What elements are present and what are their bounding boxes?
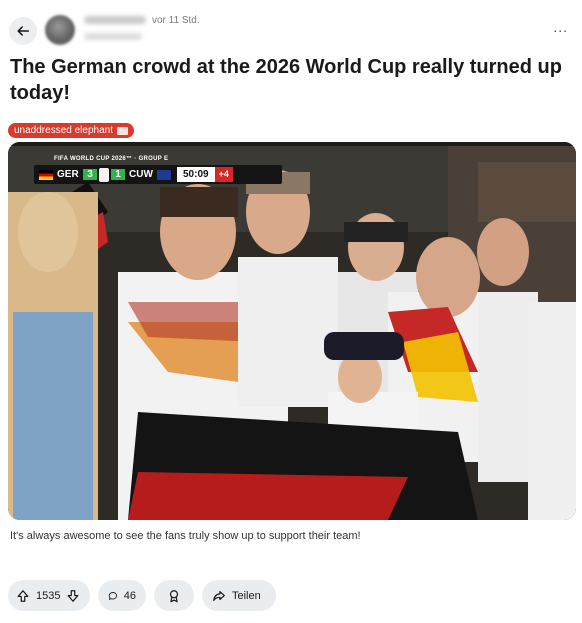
downvote-button[interactable]: [66, 589, 80, 603]
arrow-down-icon: [68, 589, 79, 602]
author-name-redacted[interactable]: [84, 16, 146, 24]
scoreboard: FIFA WORLD CUP 2026™ · GROUP E GER 3 1 C…: [34, 156, 282, 186]
post-caption: It's always awesome to see the fans trul…: [10, 530, 361, 542]
comment-bubble-icon: [108, 591, 117, 600]
author-avatar[interactable]: [45, 15, 75, 45]
added-time: +4: [214, 167, 233, 182]
post-title: The German crowd at the 2026 World Cup r…: [10, 56, 562, 104]
upvote-button[interactable]: [16, 589, 30, 603]
arrow-left-icon: [17, 26, 30, 36]
action-bar: 1535 46 Teilen: [8, 580, 276, 612]
share-arrow-icon: [213, 590, 225, 601]
fifa-logo-icon: [99, 167, 109, 182]
share-button[interactable]: Teilen: [202, 580, 276, 611]
post-header: vor 11 Std. ...: [0, 0, 582, 50]
share-label: Teilen: [232, 589, 261, 602]
post-image[interactable]: FIFA WORLD CUP 2026™ · GROUP E GER 3 1 C…: [8, 142, 576, 520]
vote-count: 1535: [36, 589, 61, 602]
away-team: CUW: [129, 169, 153, 180]
home-team: GER: [57, 169, 79, 180]
arrow-up-icon: [17, 589, 29, 602]
post-flair[interactable]: unaddressed elephant: [8, 123, 134, 138]
scoreboard-event: FIFA WORLD CUP 2026™ · GROUP E: [54, 156, 169, 162]
match-clock: 50:09: [177, 167, 215, 182]
home-score: 3: [83, 169, 97, 180]
more-options-button[interactable]: ...: [553, 20, 568, 34]
away-score: 1: [111, 169, 125, 180]
elephant-icon: [116, 126, 128, 135]
post-timestamp: vor 11 Std.: [152, 15, 200, 26]
vote-control: 1535: [8, 580, 90, 611]
award-button[interactable]: [154, 580, 194, 611]
crowd-photo: [8, 142, 576, 520]
germany-flag-icon: [39, 169, 53, 180]
flair-label: unaddressed elephant: [14, 125, 113, 136]
subreddit-name-redacted[interactable]: [84, 33, 142, 40]
award-icon: [169, 589, 179, 602]
curacao-flag-icon: [157, 169, 171, 180]
back-button[interactable]: [9, 17, 37, 45]
comments-button[interactable]: 46: [98, 580, 146, 611]
comment-count: 46: [123, 589, 136, 602]
